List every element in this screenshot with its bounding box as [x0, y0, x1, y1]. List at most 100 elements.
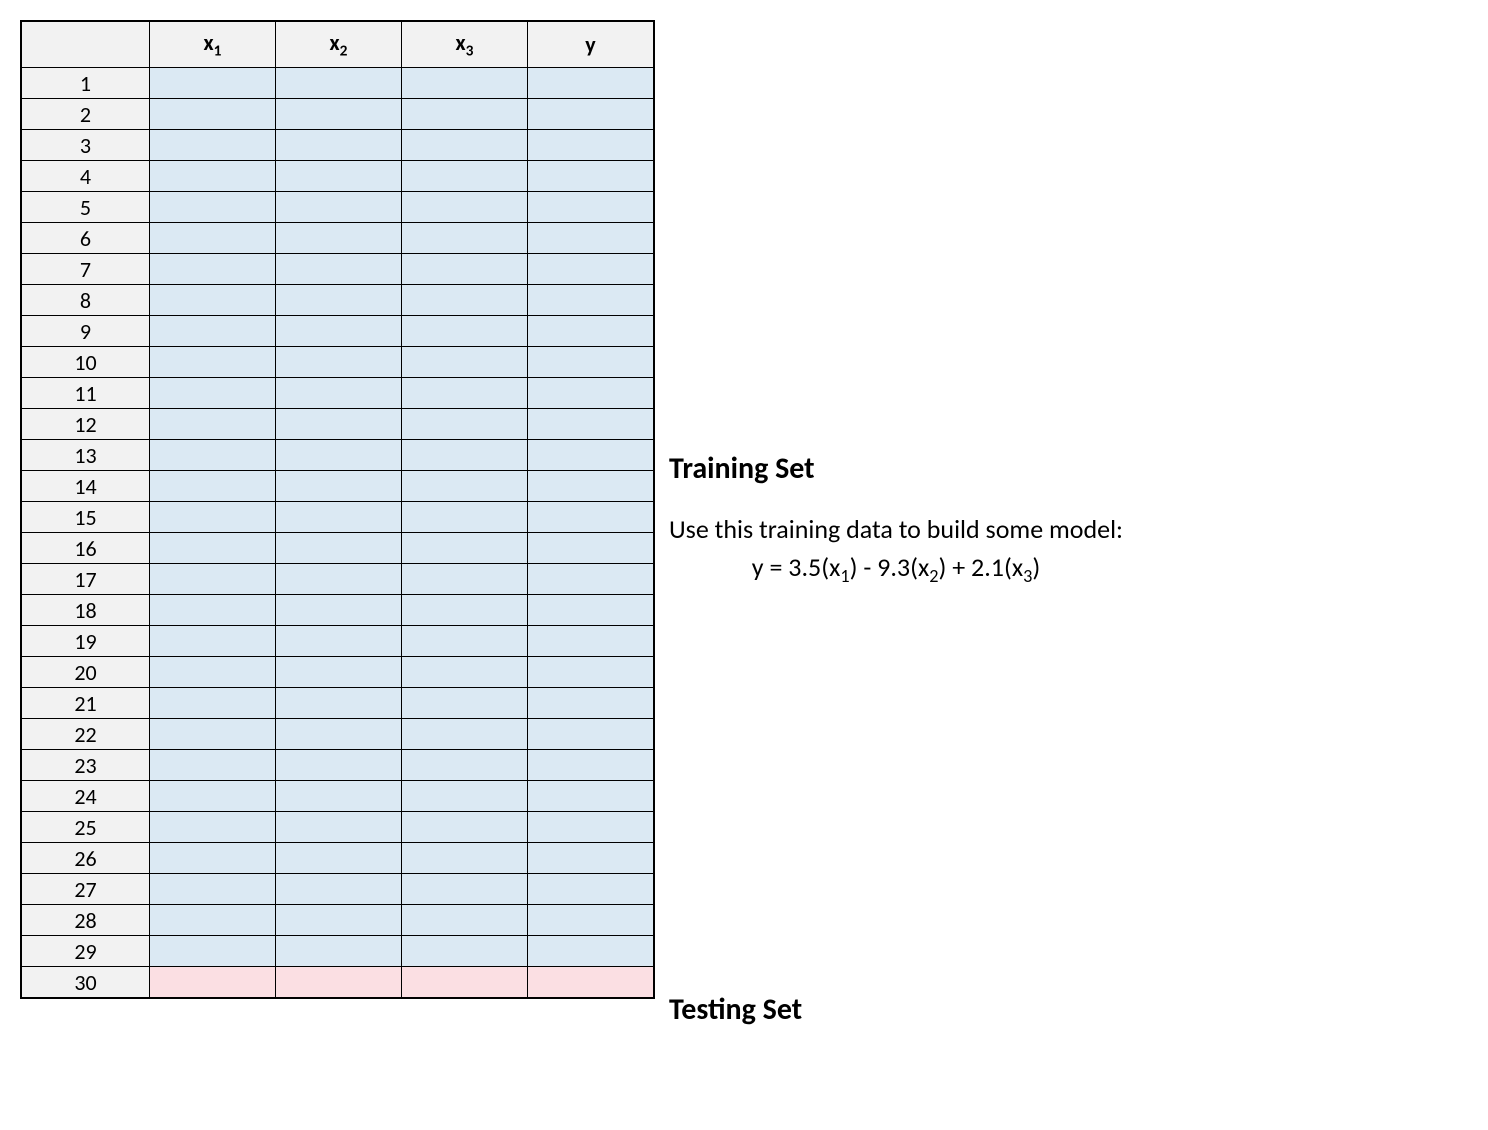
- data-cell: [528, 68, 654, 99]
- data-cell: [150, 285, 276, 316]
- data-cell: [150, 967, 276, 998]
- data-cell: [528, 657, 654, 688]
- row-index: 12: [22, 409, 150, 440]
- row-index: 25: [22, 812, 150, 843]
- data-cell: [276, 905, 402, 936]
- data-cell: [150, 378, 276, 409]
- data-cell: [276, 68, 402, 99]
- row-index: 7: [22, 254, 150, 285]
- training-set-desc: Use this training data to build some mod…: [669, 511, 1123, 549]
- data-cell: [150, 533, 276, 564]
- data-cell: [150, 316, 276, 347]
- training-set-title: Training Set: [669, 450, 1123, 487]
- row-index: 9: [22, 316, 150, 347]
- row-index: 23: [22, 750, 150, 781]
- row-index: 19: [22, 626, 150, 657]
- table-row: 21: [22, 688, 654, 719]
- data-cell: [276, 936, 402, 967]
- table-row: 30: [22, 967, 654, 998]
- data-cell: [528, 719, 654, 750]
- table-header-row: x1 x2 x3 y: [22, 22, 654, 68]
- data-cell: [150, 812, 276, 843]
- data-cell: [150, 874, 276, 905]
- table-row: 26: [22, 843, 654, 874]
- data-cell: [402, 936, 528, 967]
- data-cell: [528, 812, 654, 843]
- data-cell: [402, 99, 528, 130]
- data-cell: [150, 905, 276, 936]
- data-cell: [150, 99, 276, 130]
- data-cell: [402, 347, 528, 378]
- table-row: 24: [22, 781, 654, 812]
- data-cell: [402, 409, 528, 440]
- row-index: 16: [22, 533, 150, 564]
- data-cell: [402, 285, 528, 316]
- data-cell: [276, 564, 402, 595]
- header-x2: x2: [276, 22, 402, 68]
- data-cell: [150, 347, 276, 378]
- data-cell: [402, 564, 528, 595]
- data-cell: [150, 68, 276, 99]
- data-cell: [528, 254, 654, 285]
- testing-annotation: Testing Set: [669, 991, 802, 1028]
- data-cell: [150, 223, 276, 254]
- data-cell: [528, 161, 654, 192]
- table-row: 29: [22, 936, 654, 967]
- row-index: 14: [22, 471, 150, 502]
- row-index: 21: [22, 688, 150, 719]
- data-cell: [402, 254, 528, 285]
- data-cell: [150, 192, 276, 223]
- data-cell: [150, 657, 276, 688]
- header-x2-sub: 2: [340, 41, 348, 60]
- data-cell: [150, 781, 276, 812]
- data-cell: [150, 440, 276, 471]
- data-cell: [528, 347, 654, 378]
- data-cell: [276, 719, 402, 750]
- data-cell: [528, 626, 654, 657]
- table-row: 6: [22, 223, 654, 254]
- data-cell: [402, 781, 528, 812]
- eq-part: ) - 9.3(x: [850, 551, 930, 583]
- row-index: 10: [22, 347, 150, 378]
- table-row: 28: [22, 905, 654, 936]
- data-cell: [528, 192, 654, 223]
- header-y: y: [528, 22, 654, 68]
- data-cell: [528, 378, 654, 409]
- data-cell: [150, 471, 276, 502]
- row-index: 17: [22, 564, 150, 595]
- data-cell: [276, 471, 402, 502]
- data-cell: [528, 750, 654, 781]
- data-cell: [276, 812, 402, 843]
- row-index: 5: [22, 192, 150, 223]
- training-set-equation: y = 3.5(x1) - 9.3(x2) + 2.1(x3): [669, 551, 1123, 587]
- data-cell: [402, 750, 528, 781]
- data-cell: [150, 502, 276, 533]
- data-cell: [402, 440, 528, 471]
- data-cell: [276, 440, 402, 471]
- data-cell: [150, 843, 276, 874]
- row-index: 26: [22, 843, 150, 874]
- row-index: 8: [22, 285, 150, 316]
- data-cell: [276, 843, 402, 874]
- table-body: 1234567891011121314151617181920212223242…: [22, 68, 654, 998]
- row-index: 6: [22, 223, 150, 254]
- data-cell: [528, 781, 654, 812]
- row-index: 29: [22, 936, 150, 967]
- row-index: 20: [22, 657, 150, 688]
- data-cell: [528, 316, 654, 347]
- row-index: 13: [22, 440, 150, 471]
- data-cell: [276, 285, 402, 316]
- table-row: 13: [22, 440, 654, 471]
- data-cell: [402, 130, 528, 161]
- table-row: 12: [22, 409, 654, 440]
- data-cell: [402, 626, 528, 657]
- data-cell: [150, 564, 276, 595]
- data-cell: [276, 347, 402, 378]
- table-row: 19: [22, 626, 654, 657]
- data-cell: [402, 905, 528, 936]
- data-cell: [402, 471, 528, 502]
- data-cell: [150, 595, 276, 626]
- data-cell: [276, 502, 402, 533]
- header-x3-sub: 3: [466, 41, 474, 60]
- data-cell: [528, 409, 654, 440]
